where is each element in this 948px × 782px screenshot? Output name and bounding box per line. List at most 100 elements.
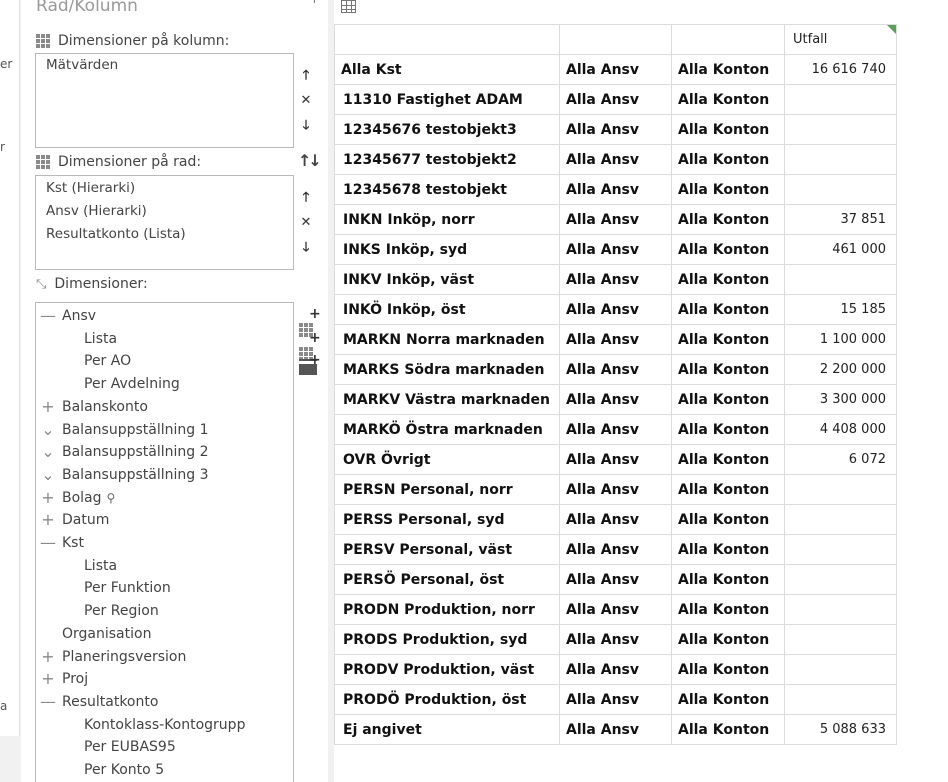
dimension-cell[interactable]: Ej angivet: [334, 714, 560, 745]
dimension-cell[interactable]: PERSS Personal, syd: [334, 504, 560, 535]
dimension-cell[interactable]: 11310 Fastighet ADAM: [334, 84, 560, 115]
dimension-cell[interactable]: Alla Ansv: [559, 144, 672, 175]
value-cell[interactable]: [784, 684, 897, 715]
tree-node[interactable]: Lista: [84, 555, 117, 577]
dimension-cell[interactable]: PRODV Produktion, väst: [334, 654, 560, 685]
dimension-cell[interactable]: INKÖ Inköp, öst: [334, 294, 560, 325]
move-down-button[interactable]: 🡓: [297, 241, 315, 255]
dimension-cell[interactable]: Alla Ansv: [559, 444, 672, 475]
dimension-cell[interactable]: Alla Konton: [671, 174, 785, 205]
value-cell[interactable]: 3 300 000: [784, 384, 897, 415]
value-cell[interactable]: 15 185: [784, 294, 897, 325]
collapse-icon[interactable]: —: [40, 691, 56, 713]
dimension-cell[interactable]: Alla Konton: [671, 324, 785, 355]
collapse-icon[interactable]: —: [40, 305, 56, 327]
dimension-cell[interactable]: INKV Inköp, väst: [334, 264, 560, 295]
value-cell[interactable]: 1 100 000: [784, 324, 897, 355]
dimension-cell[interactable]: Alla Konton: [671, 534, 785, 565]
dimension-cell[interactable]: 12345678 testobjekt: [334, 174, 560, 205]
expand-icon[interactable]: +: [40, 396, 56, 418]
chevron-down-icon[interactable]: ⌄: [40, 466, 56, 482]
dimension-cell[interactable]: Alla Ansv: [559, 354, 672, 385]
dimension-cell[interactable]: Alla Kst: [334, 54, 560, 85]
tree-node[interactable]: + Bolag ⚲: [40, 487, 115, 509]
remove-button[interactable]: ✕: [297, 216, 315, 230]
column-header[interactable]: [559, 24, 672, 55]
expand-icon[interactable]: +: [40, 509, 56, 531]
panel-menu-icon[interactable]: +: [309, 0, 320, 7]
dimension-cell[interactable]: Alla Konton: [671, 684, 785, 715]
dimension-cell[interactable]: Alla Ansv: [559, 594, 672, 625]
expand-icon[interactable]: +: [40, 646, 56, 668]
column-header[interactable]: Utfall: [784, 24, 897, 55]
dimension-cell[interactable]: 12345676 testobjekt3: [334, 114, 560, 145]
value-cell[interactable]: [784, 84, 897, 115]
chevron-down-icon[interactable]: ⌄: [40, 444, 56, 460]
tree-node[interactable]: Per Avdelning: [84, 373, 180, 395]
chevron-down-icon[interactable]: ⌄: [40, 421, 56, 437]
tree-node[interactable]: + Balanskonto: [40, 396, 148, 418]
collapse-icon[interactable]: —: [40, 532, 56, 554]
value-cell[interactable]: 4 408 000: [784, 414, 897, 445]
dimension-cell[interactable]: Alla Konton: [671, 444, 785, 475]
dimension-cell[interactable]: Alla Ansv: [559, 534, 672, 565]
tree-node[interactable]: + Planeringsversion: [40, 646, 186, 668]
dimension-cell[interactable]: Alla Ansv: [559, 114, 672, 145]
value-cell[interactable]: [784, 654, 897, 685]
row-dimensions-list[interactable]: Kst (Hierarki) Ansv (Hierarki) Resultatk…: [35, 175, 294, 270]
dimension-cell[interactable]: Alla Konton: [671, 594, 785, 625]
dimension-cell[interactable]: Alla Konton: [671, 264, 785, 295]
dimension-cell[interactable]: Alla Konton: [671, 504, 785, 535]
dimension-cell[interactable]: INKS Inköp, syd: [334, 234, 560, 265]
tree-node[interactable]: Organisation: [40, 623, 151, 645]
remove-button[interactable]: ✕: [297, 94, 315, 108]
value-cell[interactable]: [784, 624, 897, 655]
tree-node[interactable]: Per Region: [84, 600, 159, 622]
value-cell[interactable]: [784, 264, 897, 295]
tree-node[interactable]: Kontoklass-Kontogrupp: [84, 714, 245, 736]
value-cell[interactable]: 5 088 633: [784, 714, 897, 745]
swap-rows-columns-icon[interactable]: ↑↓: [298, 151, 322, 170]
dimension-cell[interactable]: Alla Ansv: [559, 234, 672, 265]
dimension-cell[interactable]: PERSN Personal, norr: [334, 474, 560, 505]
tree-node[interactable]: + Proj: [40, 668, 88, 690]
move-down-button[interactable]: 🡓: [297, 119, 315, 133]
dimension-cell[interactable]: Alla Konton: [671, 564, 785, 595]
dimension-cell[interactable]: Alla Ansv: [559, 714, 672, 745]
dimension-cell[interactable]: Alla Ansv: [559, 294, 672, 325]
tree-node[interactable]: Per Funktion: [84, 577, 171, 599]
tree-node[interactable]: ⌄ Balansuppställning 2: [40, 441, 208, 463]
dimension-cell[interactable]: Alla Konton: [671, 354, 785, 385]
tree-node[interactable]: — Ansv: [40, 305, 96, 327]
column-dimensions-list[interactable]: Mätvärden: [35, 53, 294, 148]
value-cell[interactable]: 2 200 000: [784, 354, 897, 385]
list-item[interactable]: Resultatkonto (Lista): [36, 223, 293, 246]
dimension-cell[interactable]: MARKV Västra marknaden: [334, 384, 560, 415]
tree-node[interactable]: ⌄ Balansuppställning 3: [40, 464, 208, 486]
dimension-cell[interactable]: Alla Ansv: [559, 54, 672, 85]
list-item[interactable]: Mätvärden: [36, 54, 293, 77]
dimension-cell[interactable]: MARKN Norra marknaden: [334, 324, 560, 355]
dimension-cell[interactable]: Alla Ansv: [559, 84, 672, 115]
dimension-cell[interactable]: INKN Inköp, norr: [334, 204, 560, 235]
dimension-cell[interactable]: OVR Övrigt: [334, 444, 560, 475]
tree-node[interactable]: — Kst: [40, 532, 84, 554]
dimension-cell[interactable]: Alla Ansv: [559, 414, 672, 445]
tree-node[interactable]: Per EUBAS95: [84, 736, 176, 758]
add-filter-button[interactable]: +: [299, 352, 321, 375]
dimension-cell[interactable]: PERSÖ Personal, öst: [334, 564, 560, 595]
dimension-cell[interactable]: Alla Ansv: [559, 204, 672, 235]
dimension-cell[interactable]: Alla Konton: [671, 234, 785, 265]
dimension-cell[interactable]: Alla Ansv: [559, 654, 672, 685]
move-up-button[interactable]: 🡑: [297, 69, 315, 83]
dimension-cell[interactable]: Alla Konton: [671, 714, 785, 745]
value-cell[interactable]: 6 072: [784, 444, 897, 475]
value-cell[interactable]: [784, 504, 897, 535]
tree-node[interactable]: ⌄ Balansuppställning 1: [40, 419, 208, 441]
dimension-cell[interactable]: Alla Ansv: [559, 174, 672, 205]
dimension-cell[interactable]: PRODÖ Produktion, öst: [334, 684, 560, 715]
tree-node[interactable]: — Resultatkonto: [40, 691, 158, 713]
dimension-cell[interactable]: Alla Konton: [671, 384, 785, 415]
dimension-cell[interactable]: PERSV Personal, väst: [334, 534, 560, 565]
dimension-cell[interactable]: Alla Konton: [671, 294, 785, 325]
